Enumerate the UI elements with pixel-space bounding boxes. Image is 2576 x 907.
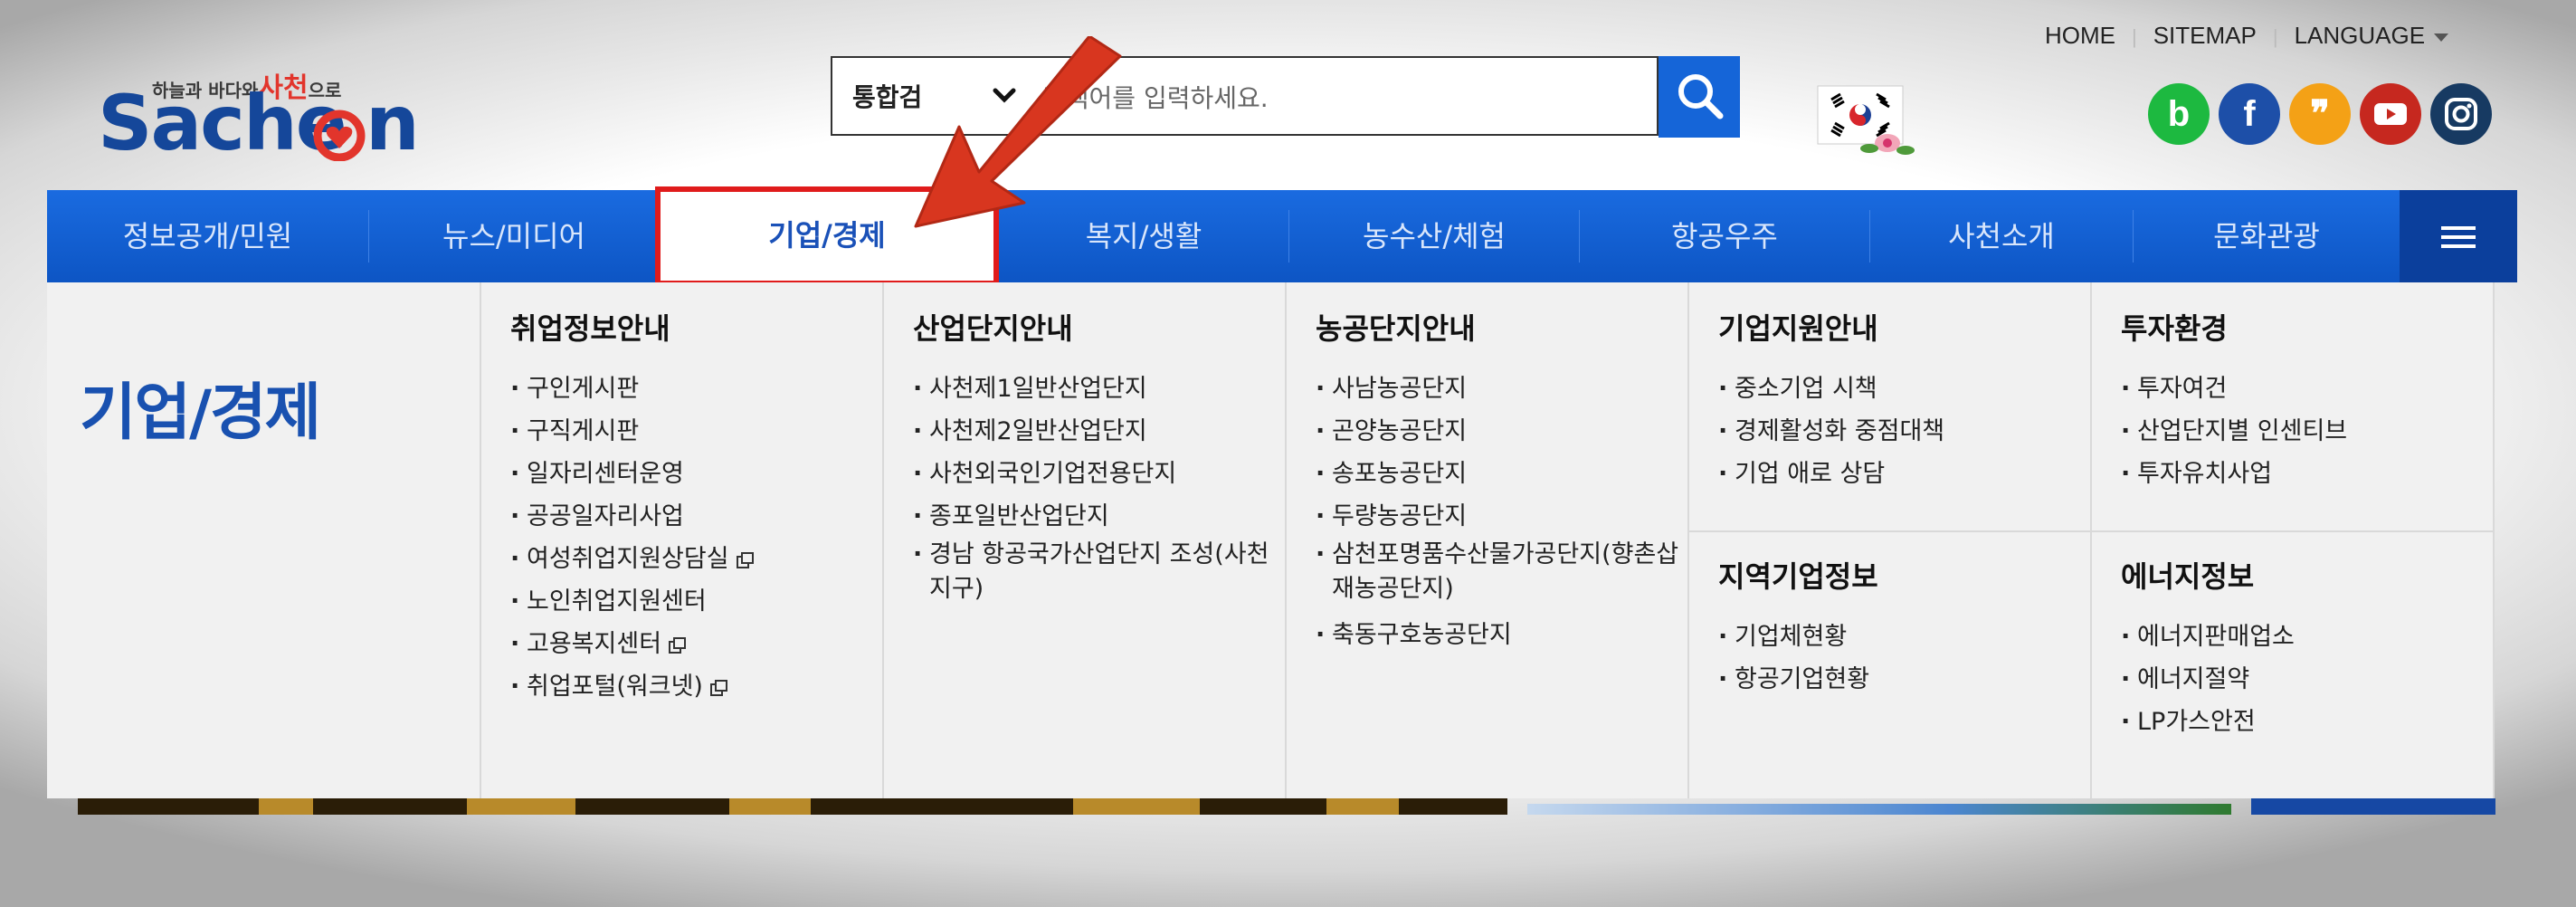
language-link[interactable]: LANGUAGE	[2295, 22, 2426, 49]
menu-link[interactable]: 구인게시판	[510, 368, 890, 410]
menu-link[interactable]: 여성취업지원상담실	[510, 538, 890, 580]
menu-link[interactable]: 투자유치사업	[2121, 453, 2501, 495]
menu-link[interactable]: 사천제1일반산업단지	[913, 368, 1293, 410]
menu-link[interactable]: 두량농공단지	[1316, 495, 1696, 538]
menu-link[interactable]: 축동구호농공단지	[1316, 614, 1696, 656]
menu-link[interactable]: 사남농공단지	[1316, 368, 1696, 410]
external-link-icon	[669, 636, 687, 654]
menu-link[interactable]: 경남 항공국가산업단지 조성(사천지구)	[913, 538, 1282, 606]
youtube-logo-icon	[2374, 103, 2407, 125]
menu-column-local-business: 지역기업정보 기업체현황 항공기업현황	[1718, 554, 2098, 701]
menu-column-energy: 에너지정보 에너지판매업소 에너지절약 LP가스안전	[2121, 554, 2501, 743]
menu-column-employment: 취업정보안내 구인게시판 구직게시판 일자리센터운영 공공일자리사업 여성취업지…	[510, 306, 890, 708]
menu-column-industrial-complex: 산업단지안내 사천제1일반산업단지 사천제2일반산업단지 사천외국인기업전용단지…	[913, 306, 1293, 614]
menu-link[interactable]: 산업단지별 인센티브	[2121, 410, 2501, 453]
youtube-icon[interactable]	[2360, 83, 2421, 145]
facebook-icon[interactable]: f	[2219, 83, 2280, 145]
menu-button[interactable]	[2400, 190, 2517, 282]
nav-item-news[interactable]: 뉴스/미디어	[369, 190, 659, 282]
menu-link[interactable]: 노인취업지원센터	[510, 580, 890, 623]
column-heading[interactable]: 에너지정보	[2121, 554, 2501, 596]
caret-down-icon	[2434, 33, 2449, 42]
site-logo[interactable]: 하늘과 바다와사천으로 Sache n	[98, 53, 420, 170]
menu-link[interactable]: 투자여건	[2121, 368, 2501, 410]
nav-item-agriculture[interactable]: 농수산/체험	[1289, 190, 1579, 282]
hamburger-icon	[2441, 235, 2476, 239]
utility-links: HOME | SITEMAP | LANGUAGE	[2045, 22, 2449, 50]
search-icon	[1678, 74, 1724, 119]
logo-wordmark: Sache	[98, 79, 347, 167]
red-arrow-icon	[914, 36, 1122, 228]
flower-icon	[1860, 134, 1915, 155]
menu-link[interactable]: 중소기업 시책	[1718, 368, 2098, 410]
divider: |	[2132, 25, 2137, 48]
nav-item-info[interactable]: 정보공개/민원	[47, 190, 368, 282]
menu-link[interactable]: 사천제2일반산업단지	[913, 410, 1293, 453]
side-banner-edge	[1527, 804, 2231, 815]
menu-link[interactable]: LP가스안전	[2121, 701, 2501, 743]
panel-title: 기업/경제	[80, 377, 321, 449]
column-heading[interactable]: 산업단지안내	[913, 306, 1293, 348]
section-divider	[1687, 530, 2493, 532]
menu-link[interactable]: 사천외국인기업전용단지	[913, 453, 1293, 495]
menu-link[interactable]: 기업 애로 상담	[1718, 453, 2098, 495]
heart-icon	[313, 110, 366, 161]
column-heading[interactable]: 지역기업정보	[1718, 554, 2098, 596]
band-icon[interactable]: b	[2148, 83, 2210, 145]
menu-column-business-support: 기업지원안내 중소기업 시책 경제활성화 중점대책 기업 애로 상담	[1718, 306, 2098, 495]
logo-wordmark-end: n	[366, 79, 420, 167]
hamburger-icon	[2441, 244, 2476, 248]
mega-menu-panel: 기업/경제 취업정보안내 구인게시판 구직게시판 일자리센터운영 공공일자리사업…	[47, 282, 2495, 798]
menu-link[interactable]: 일자리센터운영	[510, 453, 890, 495]
menu-link[interactable]: 에너지판매업소	[2121, 616, 2501, 658]
menu-link[interactable]: 종포일반산업단지	[913, 495, 1293, 538]
nav-item-about[interactable]: 사천소개	[1870, 190, 2133, 282]
menu-link[interactable]: 곤양농공단지	[1316, 410, 1696, 453]
menu-link[interactable]: 취업포털(워크넷)	[510, 665, 890, 708]
nav-item-culture[interactable]: 문화관광	[2134, 190, 2400, 282]
instagram-logo-icon	[2445, 98, 2477, 130]
menu-column-investment: 투자환경 투자여건 산업단지별 인센티브 투자유치사업	[2121, 306, 2501, 495]
menu-link[interactable]: 기업체현황	[1718, 616, 2098, 658]
menu-link[interactable]: 구직게시판	[510, 410, 890, 453]
external-link-icon	[736, 551, 754, 568]
hamburger-icon	[2441, 226, 2476, 230]
kakaotalk-icon[interactable]: ❞	[2289, 83, 2351, 145]
main-nav: 정보공개/민원 뉴스/미디어 기업/경제 복지/생활 농수산/체험 항공우주 사…	[47, 186, 2517, 286]
main-banner-edge	[78, 798, 1507, 815]
home-link[interactable]: HOME	[2045, 22, 2115, 49]
quick-link-edge	[2251, 798, 2495, 815]
menu-link[interactable]: 삼천포명품수산물가공단지(향촌삽재농공단지)	[1316, 538, 1685, 606]
nav-item-aerospace[interactable]: 항공우주	[1580, 190, 1869, 282]
search-button[interactable]	[1659, 56, 1740, 138]
column-divider	[480, 282, 481, 798]
column-heading[interactable]: 투자환경	[2121, 306, 2501, 348]
column-heading[interactable]: 취업정보안내	[510, 306, 890, 348]
column-heading[interactable]: 농공단지안내	[1316, 306, 1696, 348]
menu-link[interactable]: 고용복지센터	[510, 623, 890, 665]
menu-link[interactable]: 에너지절약	[2121, 658, 2501, 701]
menu-link[interactable]: 항공기업현황	[1718, 658, 2098, 701]
menu-link[interactable]: 경제활성화 중점대책	[1718, 410, 2098, 453]
menu-link[interactable]: 송포농공단지	[1316, 453, 1696, 495]
menu-column-agro-industrial: 농공단지안내 사남농공단지 곤양농공단지 송포농공단지 두량농공단지 삼천포명품…	[1316, 306, 1696, 656]
column-heading[interactable]: 기업지원안내	[1718, 306, 2098, 348]
instagram-icon[interactable]	[2430, 83, 2492, 145]
menu-link[interactable]: 공공일자리사업	[510, 495, 890, 538]
external-link-icon	[709, 679, 727, 696]
sitemap-link[interactable]: SITEMAP	[2153, 22, 2257, 49]
divider: |	[2272, 25, 2278, 48]
